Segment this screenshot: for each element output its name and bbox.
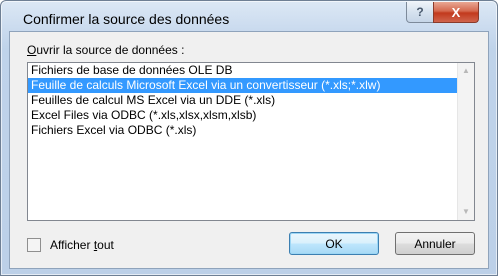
- show-all-option[interactable]: Afficher tout: [27, 237, 114, 253]
- help-icon: ?: [416, 5, 424, 19]
- vertical-scrollbar[interactable]: ▲ ▼: [457, 63, 474, 220]
- close-button[interactable]: X: [433, 2, 479, 23]
- cancel-button[interactable]: Annuler: [395, 232, 475, 255]
- source-listbox[interactable]: Fichiers de base de données OLE DB Feuill…: [27, 62, 475, 221]
- dialog-title: Confirmer la source des données: [23, 11, 230, 27]
- show-all-label-prefix: Afficher: [50, 238, 94, 252]
- list-item[interactable]: Fichiers de base de données OLE DB: [28, 63, 458, 78]
- list-item[interactable]: Feuilles de calcul MS Excel via un DDE (…: [28, 93, 458, 108]
- show-all-label-rest: out: [97, 238, 114, 252]
- dialog-body: Ouvrir la source de données : Fichiers d…: [9, 31, 489, 269]
- source-list-label: Ouvrir la source de données :: [27, 43, 184, 57]
- show-all-label[interactable]: Afficher tout: [50, 238, 114, 252]
- list-item[interactable]: Feuille de calculs Microsoft Excel via u…: [28, 78, 458, 93]
- source-list-items: Fichiers de base de données OLE DB Feuill…: [28, 63, 458, 138]
- dialog-window: Confirmer la source des données ? X Ouvr…: [0, 0, 498, 276]
- close-icon: X: [451, 4, 461, 20]
- scroll-up-arrow-icon[interactable]: ▲: [458, 63, 474, 79]
- source-list-label-accel: O: [27, 43, 37, 57]
- source-list-label-text: uvrir la source de données :: [36, 43, 185, 57]
- list-item[interactable]: Fichiers Excel via ODBC (*.xls): [28, 123, 458, 138]
- list-item[interactable]: Excel Files via ODBC (*.xls,xlsx,xlsm,xl…: [28, 108, 458, 123]
- scroll-down-arrow-icon[interactable]: ▼: [458, 204, 474, 220]
- ok-button[interactable]: OK: [289, 232, 379, 255]
- show-all-checkbox[interactable]: [27, 238, 41, 252]
- help-button[interactable]: ?: [406, 2, 434, 23]
